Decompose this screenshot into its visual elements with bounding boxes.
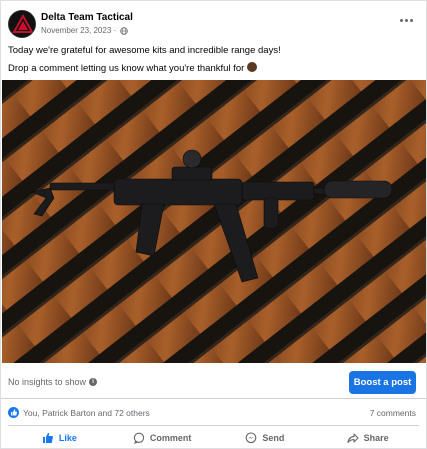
rifle-photo-image — [2, 80, 426, 363]
share-arrow-icon — [347, 432, 359, 443]
post-actions-bar: Like Comment Send Share — [8, 425, 419, 449]
send-button[interactable]: Send — [214, 426, 317, 449]
post-header: Delta Team Tactical November 23, 2023 · — [1, 1, 426, 39]
page-name-link[interactable]: Delta Team Tactical — [41, 11, 133, 24]
post-card: Delta Team Tactical November 23, 2023 · … — [0, 0, 427, 449]
insights-row: No insights to show i Boost a post — [1, 363, 426, 399]
reactions-row: You, Patrick Barton and 72 others 7 comm… — [1, 401, 426, 423]
post-date[interactable]: November 23, 2023 · — [41, 26, 116, 36]
boost-post-button[interactable]: Boost a post — [349, 371, 416, 394]
dot-icon — [399, 18, 403, 22]
caption-line-1: Today we're grateful for awesome kits an… — [8, 45, 281, 56]
dot-icon — [409, 18, 413, 22]
caption-line-2-text: Drop a comment letting us know what you'… — [8, 63, 245, 74]
send-label: Send — [262, 432, 285, 443]
globe-icon — [120, 27, 128, 35]
like-label: Like — [58, 432, 77, 443]
reaction-summary[interactable]: You, Patrick Barton and 72 others — [23, 408, 150, 418]
share-button[interactable]: Share — [316, 426, 419, 449]
more-options-button[interactable] — [398, 14, 414, 26]
like-reaction-icon[interactable] — [8, 407, 19, 418]
dot-icon — [404, 18, 408, 22]
comment-button[interactable]: Comment — [111, 426, 214, 449]
comment-bubble-icon — [133, 432, 145, 444]
insights-text: No insights to show — [8, 377, 87, 387]
page-avatar[interactable] — [8, 10, 36, 38]
info-icon[interactable]: i — [89, 378, 98, 386]
messenger-icon — [246, 431, 257, 443]
post-photo[interactable] — [2, 80, 426, 363]
comment-label: Comment — [149, 432, 192, 443]
thumbs-up-icon — [11, 409, 18, 416]
comments-count-link[interactable]: 7 comments — [370, 408, 416, 418]
caption-line-2: Drop a comment letting us know what you'… — [8, 60, 281, 78]
turkey-emoji-icon — [247, 62, 258, 72]
post-caption: Today we're grateful for awesome kits an… — [8, 42, 281, 78]
thumbs-up-icon — [42, 432, 53, 443]
post-meta: November 23, 2023 · — [41, 26, 128, 36]
delta-logo-icon — [9, 11, 35, 37]
share-label: Share — [363, 432, 389, 443]
insights-label: No insights to show i — [8, 377, 98, 387]
like-button[interactable]: Like — [8, 426, 111, 449]
